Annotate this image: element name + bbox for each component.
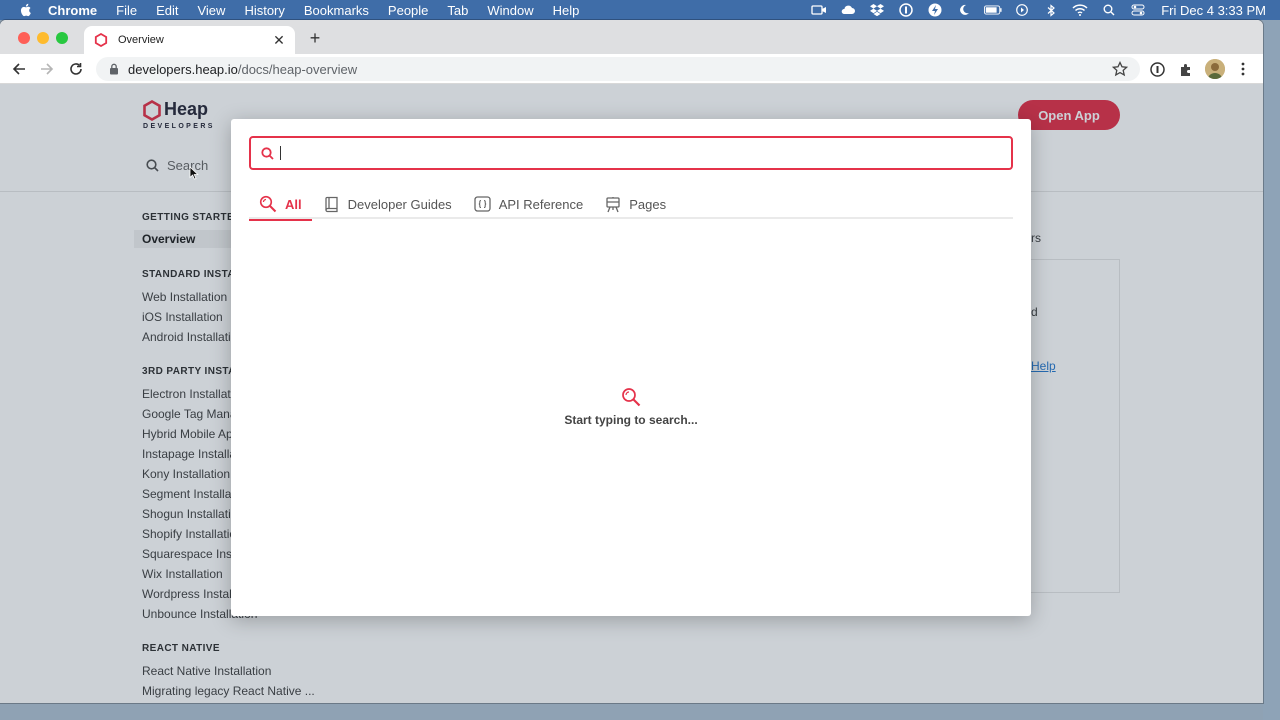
address-bar[interactable]: developers.heap.io/docs/heap-overview [96,57,1140,81]
onepassword-icon[interactable] [897,3,915,17]
empty-state: Start typing to search... [231,387,1031,427]
address-url: developers.heap.io/docs/heap-overview [128,62,357,77]
tab-developer-guides-label: Developer Guides [347,196,452,212]
macos-menubar: Chrome File Edit View History Bookmarks … [0,0,1280,20]
browser-toolbar: developers.heap.io/docs/heap-overview [0,54,1263,84]
play-icon[interactable] [1013,3,1031,17]
chrome-menu-icon[interactable] [1233,59,1253,79]
moon-icon[interactable] [955,3,973,17]
mouse-cursor-icon [189,166,199,180]
battery-icon[interactable] [984,3,1002,17]
tab-api-reference-label: API Reference [498,196,584,212]
search-input[interactable] [281,145,981,161]
bluetooth-icon[interactable] [1042,3,1060,17]
search-modal: All Developer Guides API Reference Pages… [231,119,1031,616]
tab-all-label: All [285,196,302,212]
forward-arrow-icon[interactable] [37,59,57,79]
dropbox-icon[interactable] [868,3,886,17]
browser-tab-title: Overview [118,34,164,46]
menu-file[interactable]: File [116,3,137,18]
search-magnifier-icon [622,388,641,407]
empty-state-message: Start typing to search... [564,413,698,427]
extension-onepassword-icon[interactable] [1147,59,1167,79]
easel-icon [606,196,620,212]
url-host: developers.heap.io [128,61,238,77]
back-arrow-icon[interactable] [9,59,29,79]
lock-icon[interactable] [108,63,120,75]
tab-api-reference[interactable]: API Reference [464,189,594,219]
tab-strip: Overview ✕ + [0,20,1263,54]
menu-window[interactable]: Window [487,3,533,18]
reload-icon[interactable] [66,59,86,79]
new-tab-icon[interactable]: + [306,29,324,47]
tab-developer-guides[interactable]: Developer Guides [314,189,462,219]
search-field-container[interactable] [249,136,1013,170]
code-braces-icon [474,196,491,212]
window-close-button[interactable] [18,32,30,44]
browser-window: Overview ✕ + developers.heap.io/docs/hea… [0,20,1263,703]
desktop-background [1263,20,1280,720]
menu-tab[interactable]: Tab [447,3,468,18]
menubar-status-area: Fri Dec 4 3:33 PM [799,0,1266,20]
menu-view[interactable]: View [197,3,225,18]
search-filter-tabs: All Developer Guides API Reference Pages [249,189,1013,221]
wifi-icon[interactable] [1071,3,1089,17]
browser-tab-overview[interactable]: Overview ✕ [84,26,295,54]
book-icon [324,196,338,212]
heap-favicon-icon [94,33,108,47]
menu-history[interactable]: History [244,3,284,18]
menu-people[interactable]: People [388,3,428,18]
menu-edit[interactable]: Edit [156,3,178,18]
menu-app-chrome[interactable]: Chrome [48,3,97,18]
search-magnifier-icon [259,195,277,213]
tab-pages[interactable]: Pages [595,189,676,219]
control-center-icon[interactable] [1129,3,1147,17]
tab-all[interactable]: All [249,189,312,221]
window-zoom-button[interactable] [56,32,68,44]
tab-close-icon[interactable]: ✕ [271,32,287,48]
cloud-icon[interactable] [839,3,857,17]
profile-avatar[interactable] [1205,59,1225,79]
menu-bookmarks[interactable]: Bookmarks [304,3,369,18]
camera-icon[interactable] [810,3,828,17]
extensions-puzzle-icon[interactable] [1176,59,1196,79]
window-minimize-button[interactable] [37,32,49,44]
bolt-icon[interactable] [926,3,944,17]
menu-help[interactable]: Help [553,3,580,18]
search-icon [261,146,274,160]
apple-icon[interactable] [18,2,34,18]
menubar-clock[interactable]: Fri Dec 4 3:33 PM [1161,3,1266,18]
spotlight-search-icon[interactable] [1100,3,1118,17]
tab-pages-label: Pages [629,196,667,212]
url-path: /docs/heap-overview [237,61,358,77]
bookmark-star-icon[interactable] [1112,61,1128,77]
